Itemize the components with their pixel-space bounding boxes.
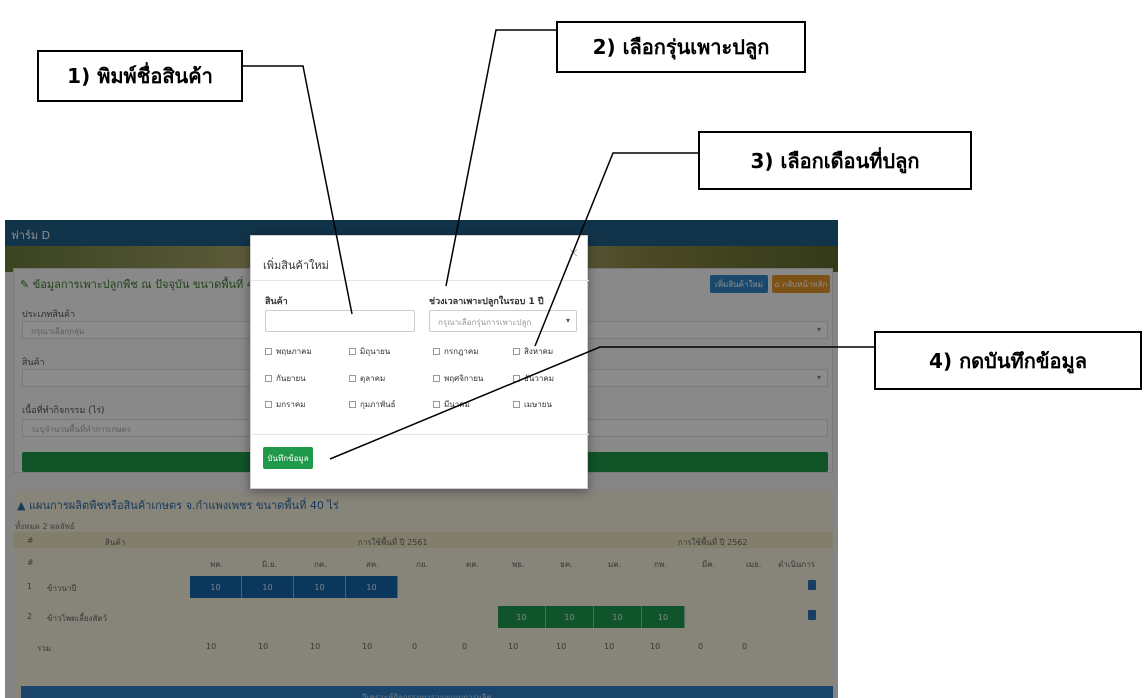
chevron-down-icon: ▾ xyxy=(565,316,570,325)
tutorial-canvas: 1) พิมพ์ชื่อสินค้า 2) เลือกรุ่นเพาะปลูก … xyxy=(0,0,1146,698)
product-name-input[interactable] xyxy=(265,310,415,332)
month-checkbox[interactable]: ตุลาคม xyxy=(349,372,385,385)
checkbox-icon[interactable] xyxy=(265,348,272,355)
callout-select-months: 3) เลือกเดือนที่ปลูก xyxy=(698,131,972,190)
divider xyxy=(251,434,589,435)
month-checkbox[interactable]: ธันวาคม xyxy=(513,372,554,385)
month-checkbox[interactable]: พฤศจิกายน xyxy=(433,372,483,385)
checkbox-icon[interactable] xyxy=(433,375,440,382)
month-checkbox-label: พฤษภาคม xyxy=(276,347,312,356)
callout-type-product: 1) พิมพ์ชื่อสินค้า xyxy=(37,50,243,102)
month-checkbox[interactable]: เมษายน xyxy=(513,398,552,411)
month-checkbox-label: กุมภาพันธ์ xyxy=(360,400,396,409)
callout-select-period: 2) เลือกรุ่นเพาะปลูก xyxy=(556,21,806,73)
month-checkbox-label: ตุลาคม xyxy=(360,374,386,383)
period-label: ช่วงเวลาเพาะปลูกในรอบ 1 ปี xyxy=(429,297,544,307)
checkbox-icon[interactable] xyxy=(349,401,356,408)
checkbox-icon[interactable] xyxy=(433,348,440,355)
checkbox-icon[interactable] xyxy=(349,348,356,355)
checkbox-icon[interactable] xyxy=(349,375,356,382)
month-checkbox-label: พฤศจิกายน xyxy=(444,374,484,383)
checkbox-icon[interactable] xyxy=(513,401,520,408)
close-icon[interactable]: × xyxy=(568,246,579,261)
checkbox-icon[interactable] xyxy=(265,375,272,382)
month-checkbox[interactable]: มีนาคม xyxy=(433,398,470,411)
month-checkbox[interactable]: มกราคม xyxy=(265,398,306,411)
month-checkbox-label: กันยายน xyxy=(276,374,306,383)
checkbox-icon[interactable] xyxy=(433,401,440,408)
month-checkbox[interactable]: สิงหาคม xyxy=(513,345,553,358)
month-checkbox[interactable]: พฤษภาคม xyxy=(265,345,312,358)
month-checkbox[interactable]: กรกฎาคม xyxy=(433,345,478,358)
period-select[interactable]: กรุณาเลือกรุ่นการเพาะปลูก ▾ xyxy=(429,310,577,332)
month-checkbox-label: เมษายน xyxy=(524,400,552,409)
month-checkbox-label: มีนาคม xyxy=(444,400,470,409)
callout-press-save: 4) กดบันทึกข้อมูล xyxy=(874,331,1142,390)
month-checkbox[interactable]: กุมภาพันธ์ xyxy=(349,398,396,411)
month-checkbox-label: มกราคม xyxy=(276,400,306,409)
month-checkbox[interactable]: กันยายน xyxy=(265,372,306,385)
month-checkbox-label: สิงหาคม xyxy=(524,347,554,356)
checkbox-icon[interactable] xyxy=(265,401,272,408)
modal-title: เพิ่มสินค้าใหม่ xyxy=(263,259,329,272)
month-checkbox[interactable]: มิถุนายน xyxy=(349,345,390,358)
checkbox-icon[interactable] xyxy=(513,348,520,355)
add-product-modal: เพิ่มสินค้าใหม่ × สินค้า ช่วงเวลาเพาะปลู… xyxy=(250,235,589,489)
month-checkbox-label: มิถุนายน xyxy=(360,347,391,356)
save-button[interactable]: บันทึกข้อมูล xyxy=(263,447,313,469)
product-label: สินค้า xyxy=(265,297,288,307)
month-checkbox-label: กรกฎาคม xyxy=(444,347,479,356)
divider xyxy=(251,280,589,281)
month-checkbox-label: ธันวาคม xyxy=(524,374,554,383)
checkbox-icon[interactable] xyxy=(513,375,520,382)
